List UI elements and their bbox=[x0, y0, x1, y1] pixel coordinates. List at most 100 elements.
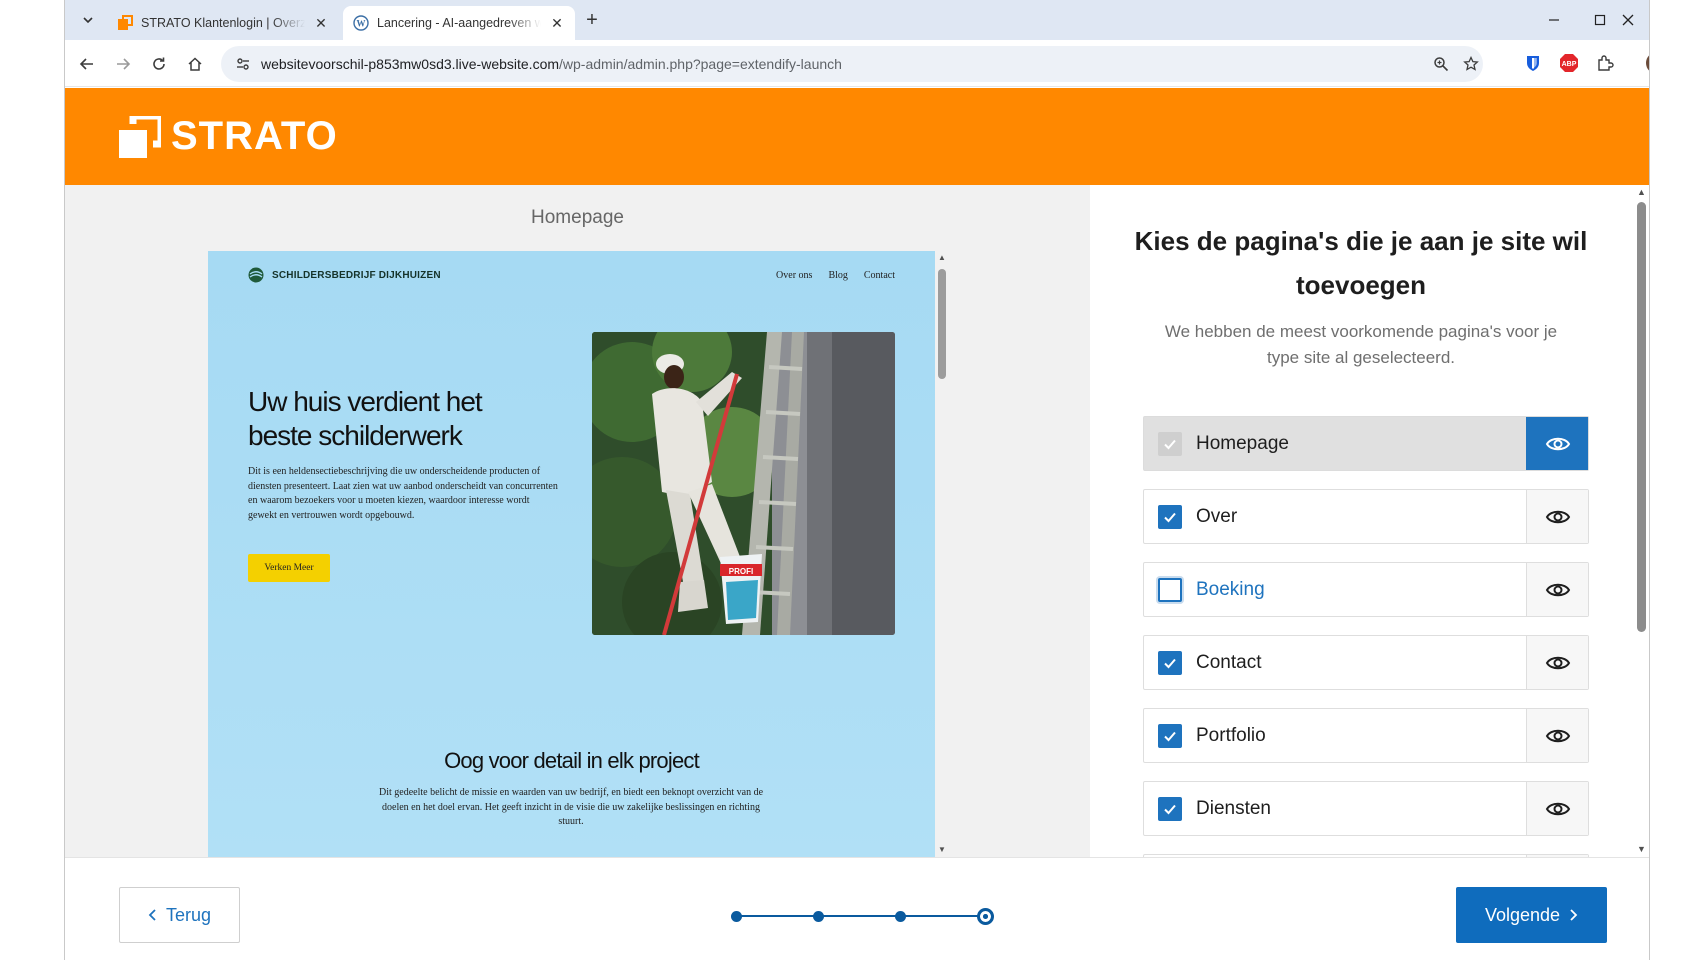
browser-toolbar: websitevoorschil-p853mw0sd3.live-website… bbox=[65, 40, 1649, 87]
preview-eye-button[interactable] bbox=[1526, 782, 1588, 835]
extensions-puzzle-icon[interactable] bbox=[1593, 51, 1617, 75]
tab-lancering[interactable]: W Lancering - AI-aangedreven webs ✕ bbox=[343, 6, 575, 40]
url-text[interactable]: websitevoorschil-p853mw0sd3.live-website… bbox=[261, 56, 842, 72]
svg-text:ABP: ABP bbox=[1562, 61, 1577, 68]
page-row-select[interactable]: Portfolio bbox=[1144, 709, 1526, 762]
site-logo: SCHILDERSBEDRIJF DIJKHUIZEN bbox=[248, 267, 441, 283]
preview-eye-button[interactable] bbox=[1526, 636, 1588, 689]
zoom-icon[interactable] bbox=[1431, 54, 1451, 74]
wizard-footer: Terug Volgende bbox=[65, 857, 1649, 960]
checkbox-unchecked-icon[interactable] bbox=[1158, 577, 1182, 602]
preview-eye-button[interactable] bbox=[1526, 417, 1588, 470]
strato-header: STRATO bbox=[65, 88, 1649, 185]
strato-icon bbox=[117, 15, 133, 31]
back-arrow-icon[interactable] bbox=[73, 50, 101, 78]
site-preview-frame[interactable]: SCHILDERSBEDRIJF DIJKHUIZEN Over ons Blo… bbox=[208, 251, 935, 857]
page-label: Boeking bbox=[1196, 578, 1265, 600]
preview-eye-button[interactable] bbox=[1526, 490, 1588, 543]
eye-icon bbox=[1545, 656, 1570, 669]
site-header: SCHILDERSBEDRIJF DIJKHUIZEN Over ons Blo… bbox=[248, 267, 895, 287]
checkbox-checked-icon[interactable] bbox=[1158, 723, 1182, 748]
reload-icon[interactable] bbox=[145, 50, 173, 78]
scroll-up-arrow-icon[interactable]: ▲ bbox=[1636, 187, 1647, 197]
stepper-line bbox=[737, 915, 981, 917]
site-logo-text: SCHILDERSBEDRIJF DIJKHUIZEN bbox=[272, 269, 441, 281]
eye-icon bbox=[1545, 802, 1570, 815]
tab-title: STRATO Klantenlogin | Overzicht bbox=[141, 16, 305, 30]
bookmark-star-icon[interactable] bbox=[1461, 54, 1481, 74]
hero-text: Dit is een heldensectiebeschrijving die … bbox=[248, 466, 558, 521]
next-button[interactable]: Volgende bbox=[1456, 887, 1607, 943]
preview-scrollbar[interactable]: ▲ ▼ bbox=[935, 251, 949, 857]
scroll-down-arrow-icon[interactable]: ▼ bbox=[1636, 844, 1647, 854]
site-nav-item: Blog bbox=[828, 270, 848, 281]
site-nav-links: Over ons Blog Contact bbox=[776, 270, 895, 281]
page-row-over[interactable]: Over bbox=[1143, 489, 1589, 544]
hero-button: Verken Meer bbox=[248, 554, 330, 582]
site-logo-icon bbox=[248, 267, 264, 283]
site-preview-page: SCHILDERSBEDRIJF DIJKHUIZEN Over ons Blo… bbox=[208, 251, 935, 857]
checkbox-checked-icon[interactable] bbox=[1158, 504, 1182, 529]
close-tab-icon[interactable]: ✕ bbox=[549, 15, 565, 32]
eye-icon bbox=[1545, 510, 1570, 523]
panel-scrollbar[interactable]: ▲ ▼ bbox=[1631, 185, 1649, 857]
page-row-homepage: Homepage bbox=[1143, 416, 1589, 471]
page-label: Portfolio bbox=[1196, 724, 1266, 746]
new-tab-icon[interactable]: + bbox=[581, 9, 603, 32]
hero-image-painter: PROFI bbox=[592, 332, 895, 635]
url-host: websitevoorschil-p853mw0sd3.live-website… bbox=[261, 56, 560, 72]
page-row-portfolio[interactable]: Portfolio bbox=[1143, 708, 1589, 763]
address-bar[interactable]: websitevoorschil-p853mw0sd3.live-website… bbox=[221, 46, 1483, 82]
close-window-icon[interactable] bbox=[1605, 6, 1649, 34]
eye-icon bbox=[1545, 437, 1570, 450]
step-dot bbox=[895, 911, 906, 922]
back-button[interactable]: Terug bbox=[119, 887, 240, 943]
preview-scrollbar-thumb[interactable] bbox=[938, 269, 946, 379]
forward-arrow-icon[interactable] bbox=[109, 50, 137, 78]
svg-text:W: W bbox=[357, 19, 366, 29]
page-label: Diensten bbox=[1196, 797, 1271, 819]
checkbox-checked-icon[interactable] bbox=[1158, 796, 1182, 821]
page-row-select[interactable]: Over bbox=[1144, 490, 1526, 543]
preview-area: Homepage SCHILDERSBEDRIJF DIJKHUIZEN Ove… bbox=[65, 185, 1090, 857]
step-dot bbox=[731, 911, 742, 922]
page-row-diensten[interactable]: Diensten bbox=[1143, 781, 1589, 836]
chevron-right-icon bbox=[1570, 909, 1578, 921]
step-dot-current bbox=[977, 908, 994, 925]
panel-subheading: We hebben de meest voorkomende pagina's … bbox=[1164, 322, 1558, 367]
profile-avatar[interactable] bbox=[1645, 51, 1649, 75]
preview-eye-button[interactable] bbox=[1526, 709, 1588, 762]
paint-bucket-label: PROFI bbox=[729, 567, 753, 576]
checkbox-disabled-icon bbox=[1158, 431, 1182, 456]
url-path: /wp-admin/admin.php?page=extendify-launc… bbox=[559, 56, 842, 72]
page-row-boeking[interactable]: Boeking bbox=[1143, 562, 1589, 617]
checkbox-checked-icon[interactable] bbox=[1158, 650, 1182, 675]
close-tab-icon[interactable]: ✕ bbox=[313, 15, 329, 32]
minimize-icon[interactable] bbox=[1531, 6, 1577, 34]
tab-title: Lancering - AI-aangedreven webs bbox=[377, 16, 541, 30]
home-icon[interactable] bbox=[181, 50, 209, 78]
page-row-contact[interactable]: Contact bbox=[1143, 635, 1589, 690]
tab-search-dropdown-icon[interactable] bbox=[75, 8, 101, 32]
next-button-label: Volgende bbox=[1484, 904, 1561, 925]
page-selection-panel: Kies de pagina's die je aan je site wil … bbox=[1090, 185, 1649, 874]
chevron-left-icon bbox=[148, 909, 156, 921]
adblock-plus-icon[interactable]: ABP bbox=[1557, 51, 1581, 75]
eye-icon bbox=[1545, 729, 1570, 742]
page-row-select[interactable]: Diensten bbox=[1144, 782, 1526, 835]
page-row-select: Homepage bbox=[1144, 417, 1526, 470]
scroll-up-arrow-icon[interactable]: ▲ bbox=[937, 253, 947, 263]
page-label: Over bbox=[1196, 505, 1238, 527]
panel-scrollbar-thumb[interactable] bbox=[1637, 202, 1646, 632]
section-text: Dit gedeelte belicht de missie en waarde… bbox=[378, 787, 764, 827]
site-info-icon[interactable] bbox=[233, 54, 253, 74]
preview-eye-button[interactable] bbox=[1526, 563, 1588, 616]
page-row-select[interactable]: Boeking bbox=[1144, 563, 1526, 616]
tab-strip: STRATO Klantenlogin | Overzicht ✕ W Lanc… bbox=[65, 0, 1649, 40]
tab-strato-klantenlogin[interactable]: STRATO Klantenlogin | Overzicht ✕ bbox=[107, 6, 339, 40]
bitwarden-icon[interactable] bbox=[1521, 51, 1545, 75]
wordpress-icon: W bbox=[353, 15, 369, 31]
scroll-down-arrow-icon[interactable]: ▼ bbox=[937, 845, 947, 855]
panel-heading: Kies de pagina's die je aan je site wil … bbox=[1134, 226, 1588, 300]
page-row-select[interactable]: Contact bbox=[1144, 636, 1526, 689]
